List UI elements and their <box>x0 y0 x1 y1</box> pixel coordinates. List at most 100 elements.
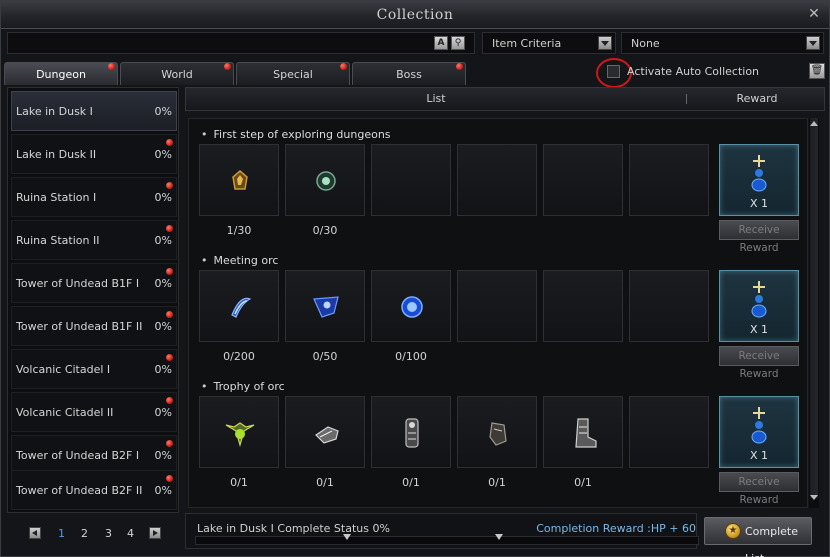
status-text: Lake in Dusk I Complete Status 0% <box>197 522 390 535</box>
complete-list-label: Complete List <box>745 525 799 557</box>
wing-emblem-icon <box>225 422 255 448</box>
alert-dot-icon <box>166 354 173 361</box>
dungeon-item[interactable]: Lake in Dusk II 0% <box>11 134 177 174</box>
receive-reward-button[interactable]: Receive Reward <box>719 346 799 380</box>
item-slot[interactable] <box>371 396 451 468</box>
item-slot[interactable] <box>199 396 279 468</box>
item-count: 0/1 <box>574 476 592 489</box>
dungeon-item[interactable]: Tower of Undead B2F I 0% <box>11 435 177 475</box>
column-divider <box>686 94 687 104</box>
tab-label: Special <box>273 68 313 81</box>
dungeon-item[interactable]: Volcanic Citadel II 0% <box>11 392 177 432</box>
item-slot-empty <box>629 396 709 468</box>
dungeon-name: Tower of Undead B1F I <box>16 277 140 290</box>
item-criteria-select[interactable]: Item Criteria <box>482 32 616 54</box>
tab-dungeon[interactable]: Dungeon <box>4 62 118 85</box>
page-2[interactable]: 2 <box>81 527 88 540</box>
armor-icon <box>405 418 419 448</box>
dungeon-item[interactable]: Lake in Dusk I 0% <box>11 91 177 131</box>
complete-list-button[interactable]: ★ Complete List <box>704 517 812 557</box>
filter-value: None <box>631 37 660 50</box>
tab-boss[interactable]: Boss <box>352 62 466 85</box>
scroll-up-icon[interactable] <box>810 120 818 128</box>
item-slot[interactable] <box>199 270 279 342</box>
item-slot[interactable] <box>285 396 365 468</box>
dungeon-percent: 0% <box>154 105 172 118</box>
auto-collection-label: Activate Auto Collection <box>627 65 760 78</box>
item-slot[interactable] <box>371 270 451 342</box>
list-column-header: List <box>426 92 446 105</box>
page-3[interactable]: 3 <box>105 527 112 540</box>
next-page-icon[interactable] <box>149 527 161 539</box>
item-slot[interactable] <box>199 144 279 216</box>
blue-crest-icon <box>313 296 339 318</box>
chevron-down-icon[interactable] <box>806 36 820 50</box>
item-slot[interactable] <box>285 270 365 342</box>
item-count: 0/200 <box>223 350 255 363</box>
group-title: First step of exploring dungeons <box>201 128 391 141</box>
alert-dot-icon <box>166 268 173 275</box>
completion-reward-label: Completion Reward :HP + 60 <box>536 522 696 535</box>
alert-dot-icon <box>166 440 173 447</box>
item-slot-empty <box>629 144 709 216</box>
prev-page-icon[interactable] <box>29 527 41 539</box>
page-1[interactable]: 1 <box>58 527 65 540</box>
tab-world[interactable]: World <box>120 62 234 85</box>
collection-panel: List Reward First step of exploring dung… <box>185 87 825 513</box>
reward-slot[interactable]: X 1 <box>719 396 799 468</box>
dungeon-item[interactable]: Tower of Undead B1F I 0% <box>11 263 177 303</box>
alert-dot-icon <box>166 139 173 146</box>
progress-marker-icon <box>343 534 351 540</box>
group-title: Trophy of orc <box>201 380 285 393</box>
dungeon-item[interactable]: Volcanic Citadel I 0% <box>11 349 177 389</box>
tab-label: World <box>161 68 193 81</box>
list-scrollbar[interactable] <box>809 118 819 508</box>
chevron-down-icon[interactable] <box>598 36 612 50</box>
item-slot[interactable] <box>543 396 623 468</box>
item-count: 0/1 <box>316 476 334 489</box>
collection-window: Collection ✕ A ⚲ Item Criteria None Dung… <box>0 0 830 557</box>
item-slot[interactable] <box>285 144 365 216</box>
dungeon-name: Ruina Station I <box>16 191 97 204</box>
tab-special[interactable]: Special <box>236 62 350 85</box>
progress-marker-icon <box>495 534 503 540</box>
dungeon-item[interactable]: Ruina Station II 0% <box>11 220 177 260</box>
completion-progress-bar <box>195 536 699 545</box>
gauntlet-icon <box>315 426 339 444</box>
item-slot-empty <box>457 270 537 342</box>
item-slot[interactable] <box>457 396 537 468</box>
item-slot-empty <box>543 270 623 342</box>
dungeon-name: Tower of Undead B1F II <box>16 320 143 333</box>
pagination: 1 2 3 4 <box>7 519 179 547</box>
receive-reward-button[interactable]: Receive Reward <box>719 220 799 254</box>
group-title: Meeting orc <box>201 254 279 267</box>
a-button[interactable]: A <box>434 36 448 50</box>
page-4[interactable]: 4 <box>127 527 134 540</box>
green-orb-icon <box>316 171 336 191</box>
tab-label: Boss <box>396 68 422 81</box>
title-bar[interactable]: Collection ✕ <box>1 1 829 29</box>
alert-dot-icon <box>340 63 347 70</box>
dungeon-item[interactable]: Tower of Undead B2F II 0% <box>11 470 177 510</box>
item-slot-empty <box>543 144 623 216</box>
completion-status: Lake in Dusk I Complete Status 0% Comple… <box>185 513 699 549</box>
alert-dot-icon <box>224 63 231 70</box>
close-icon[interactable]: ✕ <box>807 7 821 21</box>
potion-icon <box>751 407 767 444</box>
dungeon-name: Tower of Undead B2F II <box>16 484 143 497</box>
dungeon-item[interactable]: Ruina Station I 0% <box>11 177 177 217</box>
reward-slot[interactable]: X 1 <box>719 144 799 216</box>
potion-icon <box>751 155 767 192</box>
search-icon[interactable]: ⚲ <box>451 36 465 50</box>
scroll-thumb[interactable] <box>810 118 818 498</box>
search-input[interactable] <box>8 33 428 53</box>
alert-dot-icon <box>166 475 173 482</box>
receive-reward-button[interactable]: Receive Reward <box>719 472 799 506</box>
scroll-down-icon[interactable] <box>810 494 818 502</box>
trash-icon[interactable]: 🗑 <box>809 63 825 79</box>
dungeon-item[interactable]: Tower of Undead B1F II 0% <box>11 306 177 346</box>
filter-value-select[interactable]: None <box>621 32 824 54</box>
star-icon: ★ <box>725 523 741 539</box>
reward-slot[interactable]: X 1 <box>719 270 799 342</box>
reward-column-header: Reward <box>736 92 778 105</box>
